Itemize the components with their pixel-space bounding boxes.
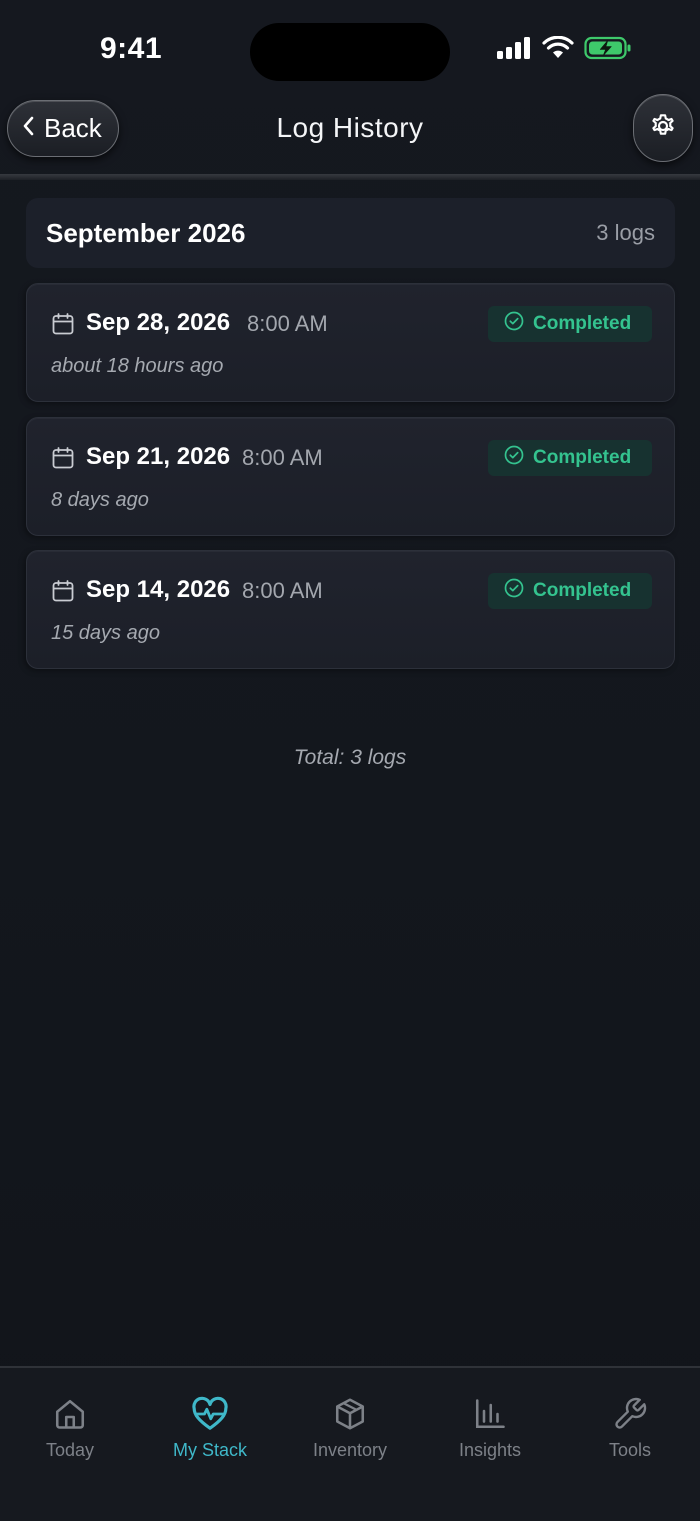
log-time: 8:00 AM — [242, 578, 323, 603]
tab-inventory[interactable]: Inventory — [280, 1368, 420, 1478]
status-label: Completed — [533, 313, 632, 334]
status-badge: Completed — [488, 440, 652, 476]
log-date: Sep 14, 2026 — [86, 576, 231, 603]
month-log-count: 3 logs — [596, 220, 655, 245]
heart-pulse-icon — [191, 1396, 229, 1432]
status-time: 9:41 — [99, 32, 163, 65]
log-time: 8:00 AM — [247, 311, 328, 336]
dynamic-island — [250, 23, 450, 81]
status-icons — [496, 35, 632, 65]
back-label: Back — [44, 113, 102, 143]
calendar-icon — [51, 579, 75, 608]
log-time: 8:00 AM — [242, 445, 323, 470]
battery-icon — [584, 36, 632, 65]
log-date: Sep 21, 2026 — [86, 443, 231, 470]
back-button[interactable]: Back — [7, 100, 119, 157]
tab-today[interactable]: Today — [0, 1368, 140, 1478]
home-icon — [52, 1396, 88, 1432]
log-date: Sep 28, 2026 — [86, 309, 231, 336]
tab-insights[interactable]: Insights — [420, 1368, 560, 1478]
log-card[interactable]: Sep 14, 2026 8:00 AM 15 days ago Complet… — [26, 550, 675, 669]
wrench-icon — [612, 1396, 648, 1432]
tab-my-stack[interactable]: My Stack — [140, 1368, 280, 1478]
check-circle-icon — [504, 578, 524, 604]
log-relative-time: 15 days ago — [51, 622, 160, 644]
tab-label: Tools — [608, 1440, 652, 1460]
month-section-header: September 2026 3 logs — [26, 198, 675, 268]
signal-icon — [496, 36, 532, 65]
log-relative-time: 8 days ago — [51, 489, 149, 511]
status-label: Completed — [533, 580, 632, 601]
bottom-tab-bar: Today My Stack Inventory Insights Tools — [0, 1366, 700, 1521]
status-label: Completed — [533, 447, 632, 468]
calendar-icon — [51, 446, 75, 475]
tab-label: My Stack — [172, 1440, 247, 1460]
box-icon — [332, 1396, 368, 1432]
check-circle-icon — [504, 311, 524, 337]
nav-header: Back Log History — [0, 90, 700, 178]
log-card[interactable]: Sep 28, 2026 8:00 AM about 18 hours ago … — [26, 283, 675, 402]
status-bar: 9:41 — [0, 0, 700, 90]
settings-button[interactable] — [633, 94, 693, 162]
calendar-icon — [51, 312, 75, 341]
page-title: Log History — [276, 112, 424, 143]
tab-label: Insights — [458, 1440, 522, 1460]
month-title: September 2026 — [46, 217, 246, 248]
gear-icon — [647, 110, 679, 147]
tab-label: Today — [45, 1440, 95, 1460]
log-relative-time: about 18 hours ago — [51, 355, 224, 377]
bar-chart-icon — [472, 1396, 508, 1432]
tab-label: Inventory — [312, 1440, 388, 1460]
chevron-left-icon — [20, 113, 38, 144]
status-badge: Completed — [488, 306, 652, 342]
total-logs-text: Total: 3 logs — [293, 746, 407, 769]
log-card[interactable]: Sep 21, 2026 8:00 AM 8 days ago Complete… — [26, 417, 675, 536]
status-badge: Completed — [488, 573, 652, 609]
tab-tools[interactable]: Tools — [560, 1368, 700, 1478]
header-divider — [0, 174, 700, 180]
app-screen: 9:41 Back Log History September 2026 3 l… — [0, 0, 700, 1521]
wifi-icon — [542, 35, 574, 65]
check-circle-icon — [504, 445, 524, 471]
